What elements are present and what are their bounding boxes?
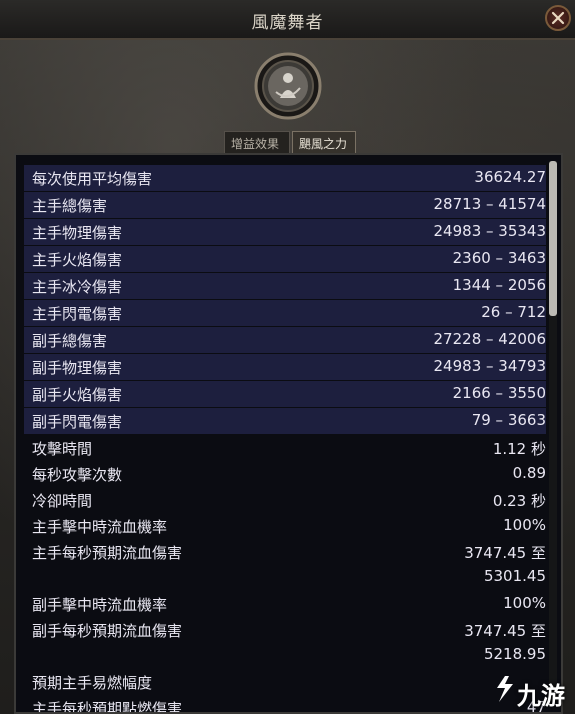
stat-value: 3747.45 至 bbox=[464, 544, 546, 562]
stat-row: 主手火焰傷害 2360 – 3463 bbox=[24, 246, 546, 272]
title-bar: 風魔舞者 bbox=[0, 0, 575, 40]
stat-label: 副手物理傷害 bbox=[32, 359, 123, 377]
stat-value: 28713 – 41574 bbox=[433, 195, 546, 213]
stat-row: 副手擊中時流血機率 100% bbox=[24, 591, 546, 617]
stat-label: 主手擊中時流血機率 bbox=[32, 518, 168, 536]
scrollbar-thumb[interactable] bbox=[549, 161, 557, 316]
stat-value: 100% bbox=[503, 594, 546, 612]
stat-label: 主手火焰傷害 bbox=[32, 251, 123, 269]
tab-whirlwind-power[interactable]: 颶風之力 bbox=[292, 131, 356, 153]
stat-value: 27228 – 42006 bbox=[433, 330, 546, 348]
stat-row: 副手物理傷害 24983 – 34793 bbox=[24, 354, 546, 380]
stat-row: 預期主手易燃幅度 bbox=[24, 669, 546, 695]
stat-value: 36624.27 bbox=[474, 168, 546, 186]
stat-label: 主手總傷害 bbox=[32, 197, 108, 215]
stat-label: 每次使用平均傷害 bbox=[32, 170, 153, 188]
stat-row: 主手每秒預期點燃傷害 47 bbox=[24, 695, 546, 714]
stat-value: 24983 – 35343 bbox=[433, 222, 546, 240]
close-icon bbox=[551, 11, 565, 25]
stat-label: 副手每秒預期流血傷害 bbox=[32, 622, 183, 640]
stat-row: 副手閃電傷害 79 – 3663 bbox=[24, 408, 546, 434]
stat-label: 主手閃電傷害 bbox=[32, 305, 123, 323]
stat-row: 主手每秒預期流血傷害 3747.45 至 5301.45 bbox=[24, 539, 546, 591]
stat-row: 主手總傷害 28713 – 41574 bbox=[24, 192, 546, 218]
stat-row: 冷卻時間 0.23 秒 bbox=[24, 487, 546, 513]
stat-label: 預期主手易燃幅度 bbox=[32, 674, 153, 692]
stat-row: 副手火焰傷害 2166 – 3550 bbox=[24, 381, 546, 407]
site-watermark: 九游 bbox=[491, 670, 571, 710]
stat-row: 主手冰冷傷害 1344 – 2056 bbox=[24, 273, 546, 299]
tab-buffs[interactable]: 增益效果 bbox=[224, 131, 290, 153]
skill-emblem-icon bbox=[254, 52, 322, 120]
close-button[interactable] bbox=[545, 5, 571, 31]
watermark-text: 九游 bbox=[517, 682, 565, 710]
stat-value: 100% bbox=[503, 516, 546, 534]
stat-row: 每次使用平均傷害 36624.27 bbox=[24, 165, 546, 191]
stat-row: 副手每秒預期流血傷害 3747.45 至 5218.95 bbox=[24, 617, 546, 669]
stat-value: 26 – 712 bbox=[481, 303, 546, 321]
stat-label: 副手火焰傷害 bbox=[32, 386, 123, 404]
stat-label: 冷卻時間 bbox=[32, 492, 93, 510]
stat-value: 0.23 秒 bbox=[492, 492, 546, 510]
stat-row: 每秒攻擊次數 0.89 bbox=[24, 461, 546, 487]
stat-value: 2166 – 3550 bbox=[452, 384, 546, 402]
stats-panel: 每次使用平均傷害 36624.27 主手總傷害 28713 – 41574 主手… bbox=[14, 153, 563, 714]
stat-label: 主手每秒預期點燃傷害 bbox=[32, 700, 183, 714]
stat-value: 1344 – 2056 bbox=[452, 276, 546, 294]
stat-label: 主手冰冷傷害 bbox=[32, 278, 123, 296]
window-title: 風魔舞者 bbox=[251, 13, 324, 33]
stat-value-continued: 5301.45 bbox=[483, 567, 546, 585]
stat-value: 0.89 bbox=[512, 464, 546, 482]
stat-label: 主手每秒預期流血傷害 bbox=[32, 544, 183, 562]
stat-label: 每秒攻擊次數 bbox=[32, 466, 123, 484]
stat-label: 主手物理傷害 bbox=[32, 224, 123, 242]
stat-row: 攻擊時間 1.12 秒 bbox=[24, 435, 546, 461]
stat-row: 主手物理傷害 24983 – 35343 bbox=[24, 219, 546, 245]
stat-value: 3747.45 至 bbox=[464, 622, 546, 640]
stat-label: 攻擊時間 bbox=[32, 440, 93, 458]
stat-value: 24983 – 34793 bbox=[433, 357, 546, 375]
stat-row: 副手總傷害 27228 – 42006 bbox=[24, 327, 546, 353]
stat-value: 79 – 3663 bbox=[471, 411, 546, 429]
stat-value: 1.12 秒 bbox=[492, 440, 546, 458]
scrollbar[interactable] bbox=[549, 161, 557, 701]
stat-row: 主手閃電傷害 26 – 712 bbox=[24, 300, 546, 326]
stat-label: 副手擊中時流血機率 bbox=[32, 596, 168, 614]
stat-label: 副手總傷害 bbox=[32, 332, 108, 350]
stat-row: 主手擊中時流血機率 100% bbox=[24, 513, 546, 539]
watermark-logo-icon bbox=[497, 676, 513, 702]
stat-value-continued: 5218.95 bbox=[483, 645, 546, 663]
stat-value: 2360 – 3463 bbox=[452, 249, 546, 267]
stat-label: 副手閃電傷害 bbox=[32, 413, 123, 431]
